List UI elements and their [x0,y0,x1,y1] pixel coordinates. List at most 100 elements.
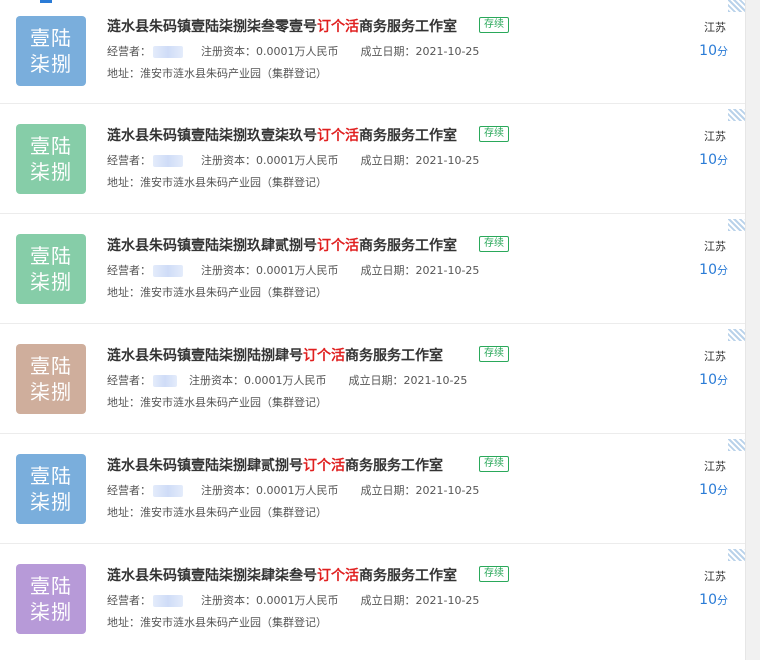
company-address: 地址：淮安市涟水县朱码产业园（集群登记） [107,616,327,629]
company-meta: 经营者： 注册资本：0.0001万人民币 成立日期：2021-10-25 [107,152,479,168]
company-list: 壹陆 柒捌 涟水县朱码镇壹陆柒捌柒叁零壹号订个活商务服务工作室 存续 经营者：注… [0,0,746,660]
company-name-highlight: 订个活 [317,238,359,254]
redacted-operator [153,265,183,277]
corner-decoration [728,219,746,231]
company-name-highlight: 订个活 [317,128,359,144]
score-unit: 分 [717,374,728,387]
company-name-suffix: 商务服务工作室 [345,348,443,364]
logo-text-line2: 柒捌 [30,52,72,76]
score-number: 10 [699,482,717,498]
company-name-suffix: 商务服务工作室 [359,238,457,254]
province-label: 江苏 [704,460,726,473]
company-meta: 经营者： 注册资本：0.0001万人民币 成立日期：2021-10-25 [107,262,479,278]
redacted-operator [153,375,177,387]
corner-decoration [728,0,746,12]
company-name-prefix: 涟水县朱码镇壹陆柒捌玖壹柒玖号 [107,128,317,144]
list-item[interactable]: 壹陆 柒捌 涟水县朱码镇壹陆柒捌柒叁零壹号订个活商务服务工作室 存续 经营者： 注… [0,0,746,104]
list-item[interactable]: 壹陆 柒捌 涟水县朱码镇壹陆柒捌玖壹柒玖号订个活商务服务工作室 存续 经营者： 注… [0,104,746,214]
company-name-highlight: 订个活 [317,568,359,584]
logo-text-line2: 柒捌 [30,490,72,514]
company-name-prefix: 涟水县朱码镇壹陆柒捌陆捌肆号 [107,348,303,364]
company-name-prefix: 涟水县朱码镇壹陆柒捌柒叁零壹号 [107,19,317,35]
score-unit: 分 [717,484,728,497]
established-date: 成立日期：2021-10-25 [348,374,468,387]
company-address: 地址：淮安市涟水县朱码产业园（集群登记） [107,286,327,299]
company-name-highlight: 订个活 [303,348,345,364]
company-name[interactable]: 涟水县朱码镇壹陆柒捌肆贰捌号订个活商务服务工作室 [107,455,443,475]
logo-text-line2: 柒捌 [30,380,72,404]
logo-text-line1: 壹陆 [30,244,72,268]
company-meta: 经营者： 注册资本：0.0001万人民币 成立日期：2021-10-25 [107,482,479,498]
province-label: 江苏 [704,240,726,253]
company-name[interactable]: 涟水县朱码镇壹陆柒捌玖肆贰捌号订个活商务服务工作室 [107,235,457,255]
logo-text-line2: 柒捌 [30,600,72,624]
corner-decoration [728,329,746,341]
province-label: 江苏 [704,130,726,143]
company-address: 地址：淮安市涟水县朱码产业园（集群登记） [107,176,327,189]
score-value: 10分 [699,262,728,278]
established-date: 成立日期：2021-10-25 [360,45,480,58]
established-date: 成立日期：2021-10-25 [360,264,480,277]
score-number: 10 [699,43,717,59]
company-meta: 经营者： 注册资本：0.0001万人民币 成立日期：2021-10-25 [107,43,479,59]
operator-label: 经营者： [107,264,151,277]
established-date: 成立日期：2021-10-25 [360,484,480,497]
company-name-prefix: 涟水县朱码镇壹陆柒捌柒肆柒叁号 [107,568,317,584]
list-item[interactable]: 壹陆 柒捌 涟水县朱码镇壹陆柒捌玖肆贰捌号订个活商务服务工作室 存续 经营者： 注… [0,214,746,324]
registered-capital: 注册资本：0.0001万人民币 [201,154,339,167]
logo-text-line1: 壹陆 [30,26,72,50]
company-logo: 壹陆 柒捌 [16,454,86,524]
operator-label: 经营者： [107,154,151,167]
company-name[interactable]: 涟水县朱码镇壹陆柒捌柒叁零壹号订个活商务服务工作室 [107,16,457,36]
registered-capital: 注册资本：0.0001万人民币 [201,45,339,58]
list-item[interactable]: 壹陆 柒捌 涟水县朱码镇壹陆柒捌陆捌肆号订个活商务服务工作室 存续 经营者： 注册… [0,324,746,434]
corner-decoration [728,549,746,561]
company-name-suffix: 商务服务工作室 [359,19,457,35]
company-name-suffix: 商务服务工作室 [359,128,457,144]
redacted-operator [153,595,183,607]
vertical-scrollbar[interactable] [745,0,760,660]
score-value: 10分 [699,372,728,388]
company-name[interactable]: 涟水县朱码镇壹陆柒捌陆捌肆号订个活商务服务工作室 [107,345,443,365]
status-badge: 存续 [479,17,509,33]
corner-decoration [728,439,746,451]
company-address: 地址：淮安市涟水县朱码产业园（集群登记） [107,506,327,519]
established-date: 成立日期：2021-10-25 [360,594,480,607]
redacted-operator [153,485,183,497]
score-unit: 分 [717,264,728,277]
established-date: 成立日期：2021-10-25 [360,154,480,167]
score-number: 10 [699,372,717,388]
score-unit: 分 [717,594,728,607]
company-name[interactable]: 涟水县朱码镇壹陆柒捌玖壹柒玖号订个活商务服务工作室 [107,125,457,145]
company-address: 地址：淮安市涟水县朱码产业园（集群登记） [107,396,327,409]
logo-text-line1: 壹陆 [30,574,72,598]
list-item[interactable]: 壹陆 柒捌 涟水县朱码镇壹陆柒捌柒肆柒叁号订个活商务服务工作室 存续 经营者： 注… [0,544,746,654]
score-value: 10分 [699,43,728,59]
redacted-operator [153,46,183,58]
company-logo: 壹陆 柒捌 [16,124,86,194]
status-badge: 存续 [479,456,509,472]
redacted-operator [153,155,183,167]
company-name-highlight: 订个活 [303,458,345,474]
score-number: 10 [699,262,717,278]
logo-text-line2: 柒捌 [30,270,72,294]
registered-capital: 注册资本：0.0001万人民币 [189,374,327,387]
company-logo: 壹陆 柒捌 [16,16,86,86]
score-number: 10 [699,592,717,608]
company-name[interactable]: 涟水县朱码镇壹陆柒捌柒肆柒叁号订个活商务服务工作室 [107,565,457,585]
list-item[interactable]: 壹陆 柒捌 涟水县朱码镇壹陆柒捌肆贰捌号订个活商务服务工作室 存续 经营者： 注册… [0,434,746,544]
score-value: 10分 [699,482,728,498]
operator-label: 经营者： [107,594,151,607]
score-unit: 分 [717,45,728,58]
company-meta: 经营者： 注册资本：0.0001万人民币 成立日期：2021-10-25 [107,592,479,608]
logo-text-line1: 壹陆 [30,464,72,488]
company-logo: 壹陆 柒捌 [16,234,86,304]
province-label: 江苏 [704,570,726,583]
company-name-suffix: 商务服务工作室 [359,568,457,584]
score-number: 10 [699,152,717,168]
status-badge: 存续 [479,566,509,582]
company-name-prefix: 涟水县朱码镇壹陆柒捌肆贰捌号 [107,458,303,474]
company-name-prefix: 涟水县朱码镇壹陆柒捌玖肆贰捌号 [107,238,317,254]
logo-text-line2: 柒捌 [30,160,72,184]
company-logo: 壹陆 柒捌 [16,344,86,414]
